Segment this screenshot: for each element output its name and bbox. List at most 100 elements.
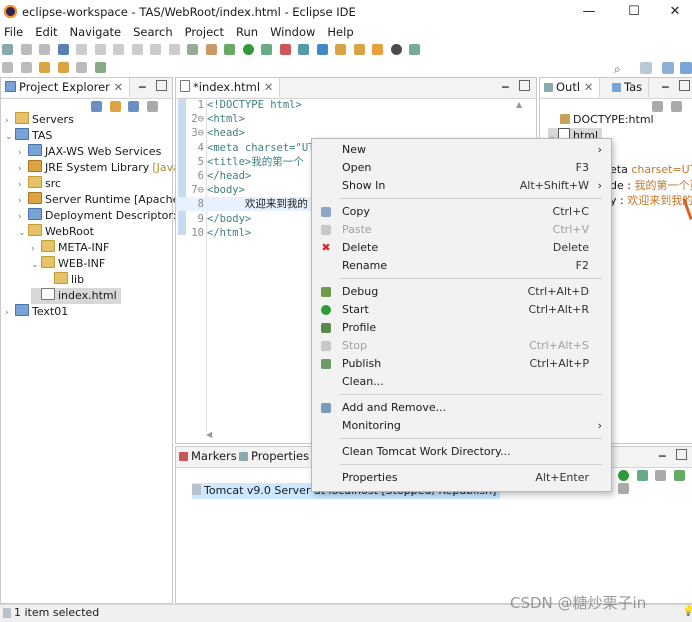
chevron-down-icon[interactable]: ⌄ [18,225,28,241]
chevron-down-icon[interactable]: ⌄ [31,257,41,273]
suspend-icon[interactable] [113,43,124,55]
chevron-down-icon[interactable]: ⌄ [5,129,15,145]
link-editor-icon[interactable] [109,100,121,112]
tab-index-html[interactable]: *index.html ✕ [176,78,281,97]
outline-item-doctype[interactable]: DOCTYPE:html [560,112,654,128]
menu-navigate[interactable]: Navigate [70,25,122,39]
minimize-view-icon[interactable]: ━ [659,450,666,463]
minimize-view-icon[interactable]: ━ [502,81,509,94]
menu-item-profile[interactable]: Profile [312,319,611,337]
start-server-icon[interactable] [618,469,629,481]
menu-search[interactable]: Search [133,25,173,39]
new-icon[interactable] [2,43,13,55]
menu-item-new[interactable]: New › [312,141,611,159]
open-folder-icon[interactable] [335,43,346,55]
menu-item-monitoring[interactable]: Monitoring › [312,417,611,435]
maximize-button[interactable]: ☐ [619,4,649,19]
tree-item[interactable]: ⌄ WebRoot [18,224,94,240]
menu-item-add-and-remove[interactable]: Add and Remove... [312,399,611,417]
tab-task-list[interactable]: Tas [608,78,650,97]
new-server-icon[interactable] [298,43,309,55]
perspective-icon[interactable] [640,62,652,74]
menu-project[interactable]: Project [185,25,224,39]
close-icon[interactable]: ✕ [114,80,124,94]
save-icon[interactable] [20,43,32,55]
open-type-icon[interactable] [316,43,328,55]
minimize-button[interactable]: — [574,4,604,19]
chevron-right-icon[interactable]: › [5,305,15,321]
tab-project-explorer[interactable]: Project Explorer ✕ [1,78,131,97]
chevron-right-icon[interactable]: › [18,177,28,193]
scroll-left-icon[interactable]: ◀ [206,430,212,439]
view-menu-icon[interactable] [146,100,158,112]
minimize-view-icon[interactable]: ━ [662,81,669,94]
chevron-right-icon[interactable]: › [31,241,41,257]
tree-item[interactable]: lib [44,272,84,288]
open-resource-icon[interactable] [353,43,365,55]
view-menu-icon[interactable] [618,482,629,494]
tree-item[interactable]: › Servers [5,112,74,128]
tree-item[interactable]: › JAX-WS Web Services [18,144,161,160]
menu-item-publish[interactable]: Publish Ctrl+Alt+P [312,355,611,373]
menu-item-delete[interactable]: ✖ Delete Delete [312,239,611,257]
menu-item-open[interactable]: Open F3 [312,159,611,177]
java-ee-perspective-icon[interactable] [662,62,674,74]
chevron-right-icon[interactable]: › [18,145,28,161]
search-icon[interactable]: ⌕ [614,62,621,77]
back-icon[interactable] [57,61,69,73]
terminal-icon[interactable] [57,43,69,55]
menu-item-copy[interactable]: Copy Ctrl+C [312,203,611,221]
maximize-view-icon[interactable] [679,80,690,91]
chevron-right-icon[interactable]: › [5,113,15,129]
java-perspective-icon[interactable] [680,62,692,74]
skip-breakpoints-icon[interactable] [76,43,87,55]
step-icon[interactable] [131,43,143,55]
close-button[interactable]: ✕ [660,4,690,19]
publish-server-icon[interactable] [673,469,685,481]
menu-item-clean[interactable]: Clean... [312,373,611,391]
maximize-view-icon[interactable] [676,449,687,460]
tree-item[interactable]: › JRE System Library [JavaSE [18,160,194,176]
build-icon[interactable] [187,43,198,55]
filter-icon[interactable] [128,100,139,112]
tree-item[interactable]: › Server Runtime [Apache [18,192,179,208]
pin-editor-icon[interactable] [94,61,106,73]
last-edit-icon[interactable] [39,61,50,73]
menu-item-clean-tomcat-work-directory[interactable]: Clean Tomcat Work Directory... [312,443,611,461]
restart-server-icon[interactable] [636,469,648,481]
tree-item[interactable]: › Text01 [5,304,68,320]
previous-annotation-icon[interactable] [20,61,32,73]
resume-icon[interactable] [94,43,106,55]
maximize-view-icon[interactable] [519,80,530,91]
debug-icon[interactable] [224,43,235,55]
collapse-all-icon[interactable] [91,100,102,112]
tab-markers[interactable]: Markers [176,447,244,466]
menu-edit[interactable]: Edit [35,25,57,39]
menu-file[interactable]: File [4,25,23,39]
chevron-right-icon[interactable]: › [18,193,28,209]
menu-item-rename[interactable]: Rename F2 [312,257,611,275]
deploy-icon[interactable] [205,43,217,55]
collapse-all-icon[interactable] [652,100,663,112]
tree-item[interactable]: › META-INF [31,240,109,256]
stop-server-icon[interactable] [655,469,666,481]
menu-window[interactable]: Window [270,25,315,39]
web-browser-icon[interactable] [409,43,420,55]
close-icon[interactable]: ✕ [264,80,274,94]
forward-icon[interactable] [76,61,87,73]
step-return-icon[interactable] [168,43,180,55]
run-icon[interactable] [242,43,254,55]
chevron-right-icon[interactable]: › [18,209,28,225]
view-menu-icon[interactable] [670,100,682,112]
menu-item-properties[interactable]: Properties Alt+Enter [312,469,611,487]
launch-icon[interactable] [372,43,383,55]
tab-properties[interactable]: Properties [236,447,317,466]
save-all-icon[interactable] [39,43,50,55]
scroll-up-icon[interactable]: ▲ [516,100,522,109]
tab-outline[interactable]: Outl ✕ [540,78,601,97]
next-annotation-icon[interactable] [2,61,13,73]
tree-item[interactable]: ⌄ TAS [5,128,52,144]
maximize-view-icon[interactable] [156,80,167,91]
menu-item-debug[interactable]: Debug Ctrl+Alt+D [312,283,611,301]
close-icon[interactable]: ✕ [584,80,594,94]
